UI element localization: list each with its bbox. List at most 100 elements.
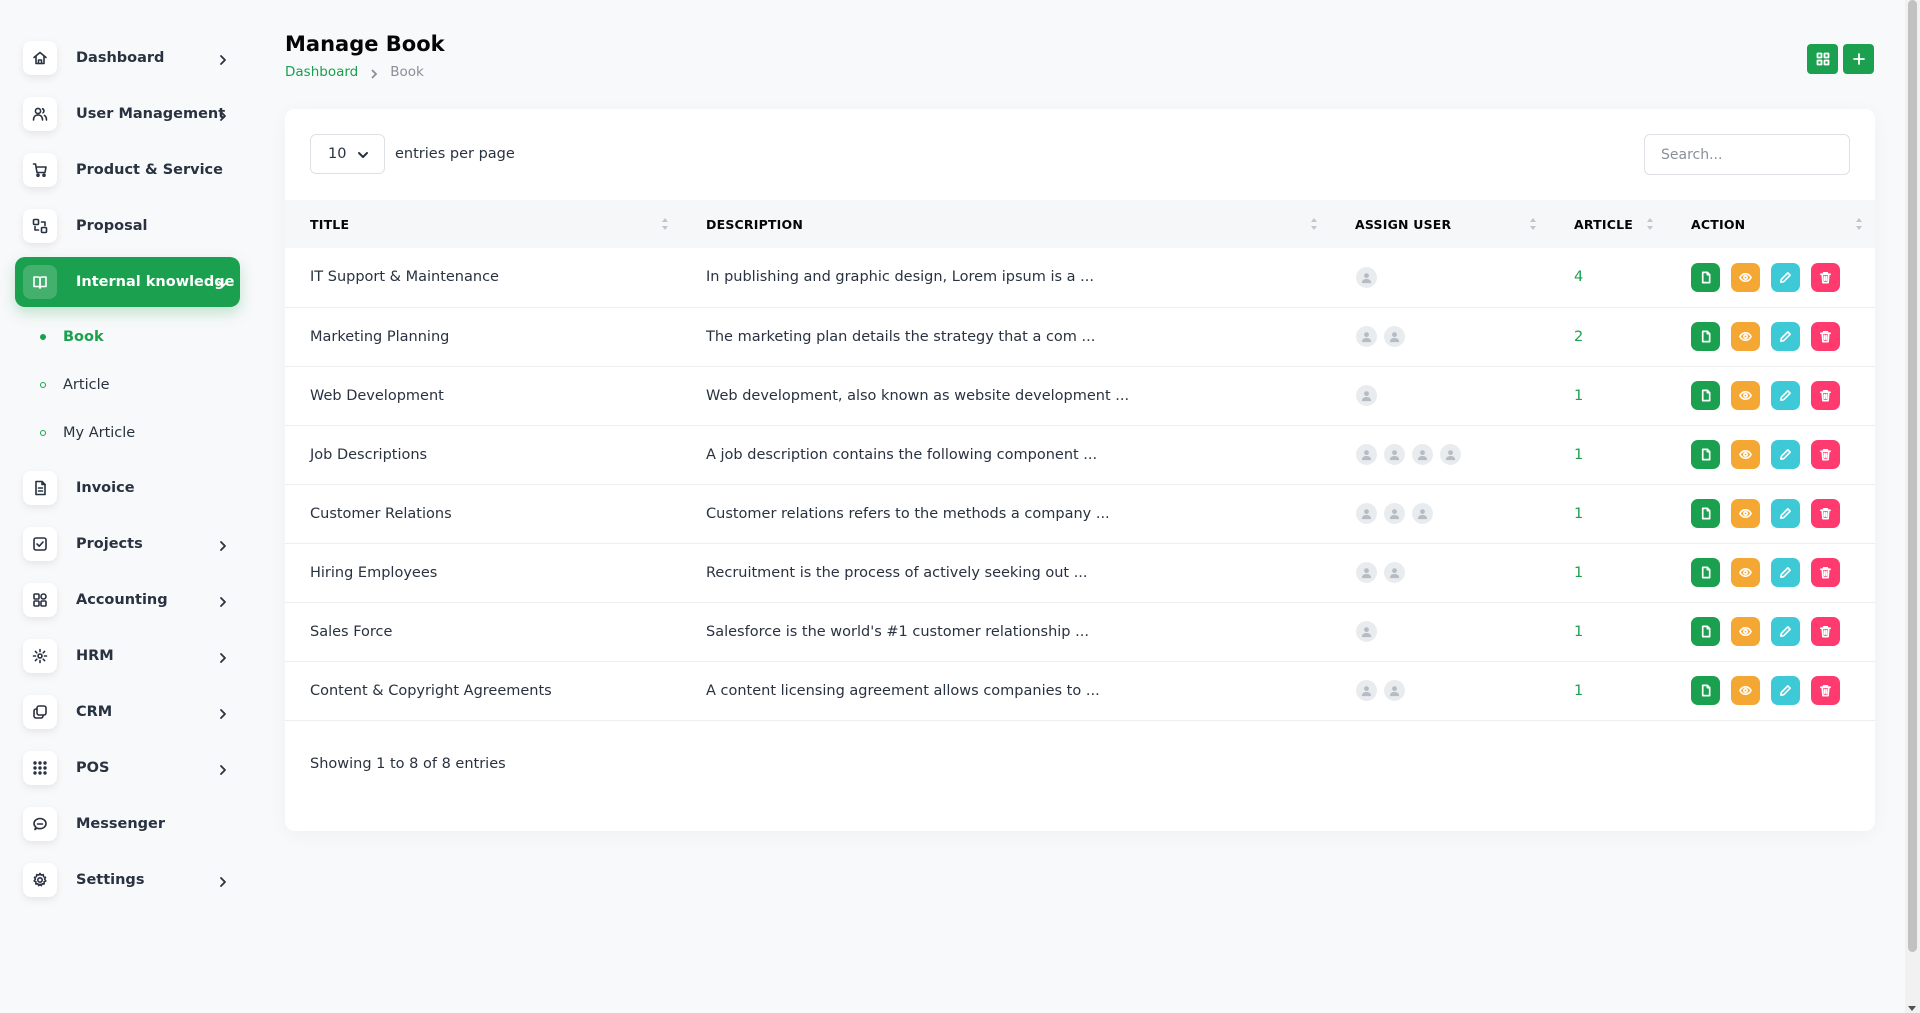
sidebar-item-crm[interactable]: CRM	[15, 687, 240, 737]
row-actions	[1691, 558, 1875, 587]
sidebar-item-invoice[interactable]: Invoice	[15, 463, 240, 513]
view-articles-button[interactable]	[1691, 617, 1720, 646]
sidebar-item-label: Invoice	[76, 480, 135, 496]
view-articles-button[interactable]	[1691, 262, 1720, 292]
trash-icon	[1820, 390, 1831, 402]
cell-article-count[interactable]: 1	[1549, 425, 1666, 484]
file-icon	[1701, 271, 1711, 284]
edit-button[interactable]	[1771, 617, 1800, 646]
trash-icon	[1820, 331, 1831, 343]
row-actions	[1691, 617, 1875, 646]
column-header-action[interactable]: Action	[1666, 200, 1875, 248]
file-icon	[1701, 507, 1711, 520]
cell-assign-user	[1330, 248, 1549, 307]
sidebar-item-pos[interactable]: POS	[15, 743, 240, 793]
assigned-users	[1355, 679, 1549, 702]
view-button[interactable]	[1731, 676, 1760, 705]
sidebar-item-projects[interactable]: Projects	[15, 519, 240, 569]
cell-title: Content & Copyright Agreements	[310, 682, 552, 699]
edit-button[interactable]	[1771, 322, 1800, 351]
sidebar-item-label: Internal knowledge	[76, 274, 235, 290]
scroll-down-arrow-icon[interactable]	[1908, 1006, 1916, 1011]
trash-icon	[1820, 685, 1831, 697]
view-button[interactable]	[1731, 558, 1760, 587]
sidebar-item-user-management[interactable]: User Management	[15, 89, 240, 139]
sidebar-item-label: POS	[76, 760, 110, 776]
submenu-item-label: Article	[63, 377, 110, 393]
breadcrumb-dashboard-link[interactable]: Dashboard	[285, 64, 358, 80]
view-articles-button[interactable]	[1691, 558, 1720, 587]
view-button[interactable]	[1731, 440, 1760, 469]
edit-button[interactable]	[1771, 499, 1800, 528]
cell-article-count[interactable]: 1	[1549, 484, 1666, 543]
cell-article-count[interactable]: 1	[1549, 602, 1666, 661]
submenu-item-label: Book	[63, 329, 104, 345]
view-button[interactable]	[1731, 381, 1760, 410]
cell-description: In publishing and graphic design, Lorem …	[706, 269, 1094, 286]
delete-button[interactable]	[1811, 676, 1840, 705]
cell-article-count[interactable]: 1	[1549, 366, 1666, 425]
view-articles-button[interactable]	[1691, 440, 1720, 469]
delete-button[interactable]	[1811, 499, 1840, 528]
row-actions	[1691, 676, 1875, 705]
sidebar-item-internal-knowledge[interactable]: Internal knowledge	[15, 257, 240, 307]
sidebar-item-product-and-service[interactable]: Product & Service	[15, 145, 240, 195]
view-button[interactable]	[1731, 262, 1760, 292]
per-page-label: entries per page	[395, 146, 515, 162]
view-button[interactable]	[1731, 617, 1760, 646]
row-actions	[1691, 499, 1875, 528]
file-icon	[1701, 684, 1711, 697]
column-header-title[interactable]: Title	[285, 200, 681, 248]
delete-button[interactable]	[1811, 617, 1840, 646]
cell-article-count[interactable]: 4	[1549, 248, 1666, 307]
sidebar-item-label: Accounting	[76, 592, 168, 608]
view-articles-button[interactable]	[1691, 676, 1720, 705]
column-header-assign-user[interactable]: Assign User	[1330, 200, 1549, 248]
search-input[interactable]	[1644, 134, 1850, 175]
column-header-article[interactable]: Article	[1549, 200, 1666, 248]
page-scrollbar[interactable]	[1905, 0, 1920, 1013]
sidebar-item-proposal[interactable]: Proposal	[15, 201, 240, 251]
view-articles-button[interactable]	[1691, 381, 1720, 410]
submenu-item-book[interactable]: Book	[0, 313, 255, 361]
submenu-item-article[interactable]: Article	[0, 361, 255, 409]
view-button[interactable]	[1731, 499, 1760, 528]
page-title: Manage Book	[285, 32, 445, 56]
cell-article-count[interactable]: 2	[1549, 307, 1666, 366]
delete-button[interactable]	[1811, 262, 1840, 292]
pencil-icon	[1780, 567, 1791, 578]
edit-button[interactable]	[1771, 558, 1800, 587]
cell-actions	[1666, 661, 1875, 720]
delete-button[interactable]	[1811, 381, 1840, 410]
grid-view-button[interactable]	[1807, 44, 1838, 74]
edit-button[interactable]	[1771, 676, 1800, 705]
edit-button[interactable]	[1771, 440, 1800, 469]
delete-button[interactable]	[1811, 440, 1840, 469]
user-avatar-icon	[1355, 384, 1378, 407]
view-button[interactable]	[1731, 322, 1760, 351]
cell-article-count[interactable]: 1	[1549, 661, 1666, 720]
sidebar-item-settings[interactable]: Settings	[15, 855, 240, 905]
edit-button[interactable]	[1771, 262, 1800, 292]
delete-button[interactable]	[1811, 322, 1840, 351]
per-page-select[interactable]: 10	[310, 134, 385, 174]
view-articles-button[interactable]	[1691, 499, 1720, 528]
sidebar-item-dashboard[interactable]: Dashboard	[15, 33, 240, 83]
chevron-right-icon	[216, 595, 230, 609]
cell-article-count[interactable]: 1	[1549, 543, 1666, 602]
sidebar-item-messenger[interactable]: Messenger	[15, 799, 240, 849]
delete-button[interactable]	[1811, 558, 1840, 587]
view-articles-button[interactable]	[1691, 322, 1720, 351]
chevron-right-icon	[216, 875, 230, 889]
scrollbar-thumb[interactable]	[1908, 0, 1917, 952]
edit-button[interactable]	[1771, 381, 1800, 410]
add-book-button[interactable]	[1843, 44, 1874, 74]
cell-title: Web Development	[310, 387, 444, 404]
submenu-item-my-article[interactable]: My Article	[0, 409, 255, 457]
cell-assign-user	[1330, 661, 1549, 720]
sidebar-item-accounting[interactable]: Accounting	[15, 575, 240, 625]
sidebar: Dashboard User Management Product & Servic…	[0, 0, 255, 1013]
sidebar-item-hrm[interactable]: HRM	[15, 631, 240, 681]
column-header-description[interactable]: Description	[681, 200, 1330, 248]
user-avatar-icon	[1355, 561, 1378, 584]
